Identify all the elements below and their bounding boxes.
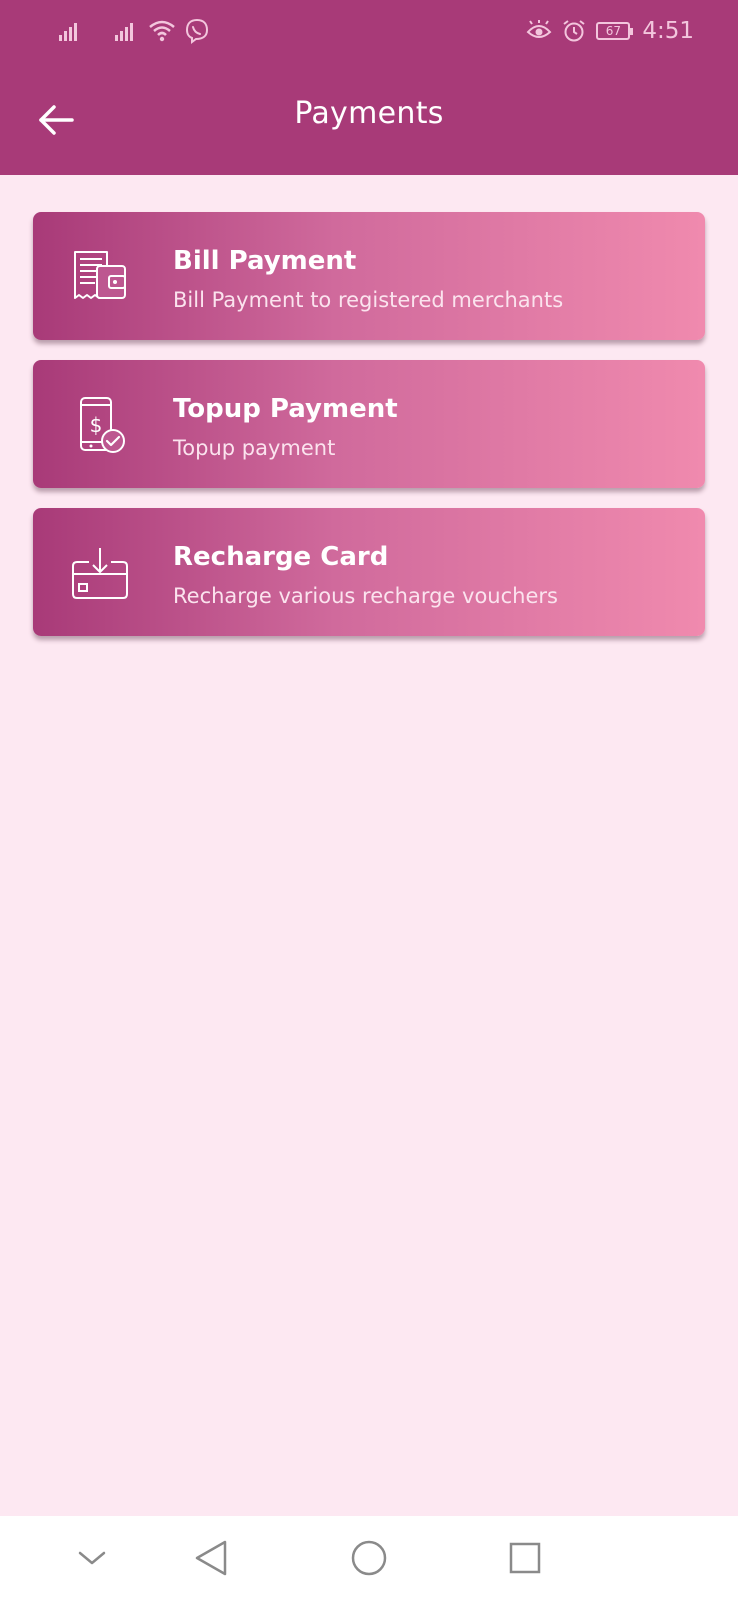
svg-text:$: $ [90, 413, 103, 437]
phone-dollar-icon: $ [80, 397, 125, 453]
page-title: Payments [294, 96, 444, 131]
card-subtitle: Bill Payment to registered merchants [173, 288, 564, 312]
card-download-icon [72, 548, 128, 599]
wifi-icon [149, 20, 175, 42]
payment-options-list: Bill Payment Bill Payment to registered … [33, 212, 705, 656]
card-title: Recharge Card [173, 542, 389, 572]
chevron-down-icon [78, 1551, 106, 1565]
card-subtitle: Recharge various recharge vouchers [173, 584, 558, 608]
viber-icon [185, 18, 209, 44]
signal-icon [115, 23, 133, 41]
back-triangle-icon [195, 1540, 227, 1576]
header: 67 4:51 Payments [0, 0, 738, 175]
alarm-icon [563, 20, 585, 42]
battery-icon: 67 [596, 22, 634, 40]
status-right-icons: 67 4:51 [526, 16, 694, 46]
status-left-icons [58, 18, 210, 44]
signal-icon [59, 23, 77, 41]
system-navigation-bar [0, 1516, 738, 1599]
topup-payment-card[interactable]: $ Topup Payment Topup payment [33, 360, 705, 488]
eye-icon [526, 20, 552, 38]
status-time: 4:51 [642, 18, 694, 44]
recharge-card-card[interactable]: Recharge Card Recharge various recharge … [33, 508, 705, 636]
bill-payment-card[interactable]: Bill Payment Bill Payment to registered … [33, 212, 705, 340]
card-title: Bill Payment [173, 246, 357, 276]
card-subtitle: Topup payment [173, 436, 336, 460]
nav-home-button[interactable] [341, 1530, 397, 1586]
app-bar: Payments [0, 62, 738, 175]
bill-wallet-icon [74, 251, 126, 299]
hide-nav-button[interactable] [64, 1530, 120, 1586]
home-circle-icon [351, 1540, 387, 1576]
nav-recents-button[interactable] [497, 1530, 553, 1586]
card-title: Topup Payment [173, 394, 398, 424]
status-bar: 67 4:51 [0, 0, 738, 62]
recents-square-icon [509, 1542, 541, 1574]
nav-back-button[interactable] [183, 1530, 239, 1586]
